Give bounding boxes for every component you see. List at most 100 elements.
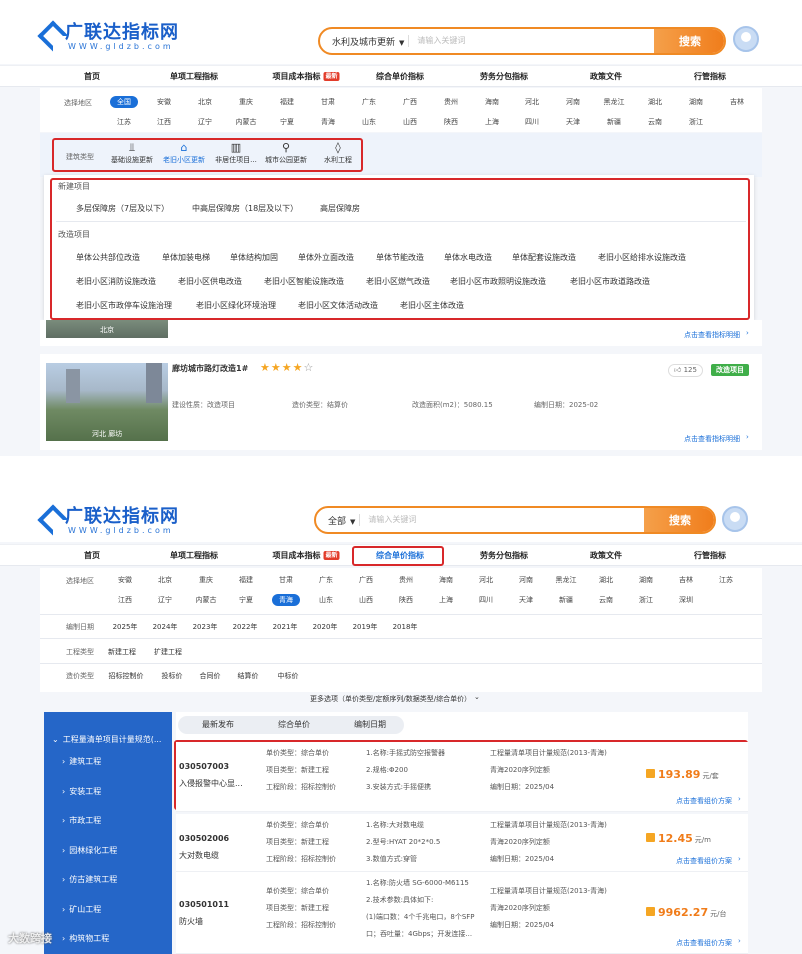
region-option[interactable]: 云南	[648, 116, 662, 128]
sidebar-item[interactable]: › 构筑物工程	[44, 933, 172, 944]
region-option[interactable]: 新疆	[607, 116, 621, 128]
engineering-type-option[interactable]: 扩建工程	[154, 647, 182, 657]
region-option[interactable]: 江苏	[117, 116, 131, 128]
region-option[interactable]: 湖北	[648, 96, 662, 108]
region-option[interactable]: 天津	[519, 594, 533, 606]
region-option[interactable]: 辽宁	[198, 116, 212, 128]
nav-item[interactable]: 政策文件	[590, 66, 622, 88]
sidebar-item[interactable]: › 市政工程	[44, 815, 172, 826]
nav-item[interactable]: 首页	[84, 66, 100, 88]
region-option[interactable]: 贵州	[399, 574, 413, 586]
region-option[interactable]: 广东	[319, 574, 333, 586]
sidebar-item[interactable]: › 矿山工程	[44, 904, 172, 915]
search-input[interactable]: 请输入关键词	[359, 514, 644, 526]
nav-item[interactable]: 首页	[84, 545, 100, 567]
region-option[interactable]: 吉林	[679, 574, 693, 586]
project-card[interactable]: 河北 廊坊 廊坊城市路灯改造1# ★★★★☆ 👍︎ 125 改造项目 建设性质：…	[40, 354, 762, 450]
region-option[interactable]: 陕西	[444, 116, 458, 128]
region-option[interactable]: 福建	[239, 574, 253, 586]
nav-item[interactable]: 单项工程指标	[170, 545, 218, 567]
item-name[interactable]: 入侵报警中心显...	[179, 778, 243, 789]
logo[interactable]: 广联达指标网 WWW.gldzb.com	[40, 22, 179, 52]
view-detail-link[interactable]: 点击查看指标明细	[684, 330, 740, 340]
more-options-text[interactable]: 更多选项（单价类型/定额序列/数据类型/综合单价）	[310, 694, 471, 704]
result-row[interactable]: 030507003 入侵报警中心显... 单价类型：综合单价 项目类型：新建工程 工程阶…	[176, 742, 748, 812]
sidebar-root-item[interactable]: ⌄ 工程量清单项目计量规范(...	[44, 734, 172, 745]
nav-item[interactable]: 综合单价指标	[376, 66, 424, 88]
region-option[interactable]: 天津	[566, 116, 580, 128]
date-option[interactable]: 2025年	[113, 622, 138, 632]
region-option[interactable]: 山东	[319, 594, 333, 606]
region-option[interactable]: 广东	[362, 96, 376, 108]
likes-count[interactable]: 👍︎ 125	[668, 364, 703, 377]
nav-item[interactable]: 劳务分包指标	[480, 66, 528, 88]
tab-3[interactable]: 编制日期	[354, 716, 386, 734]
region-option[interactable]: 重庆	[239, 96, 253, 108]
region-option[interactable]: 上海	[439, 594, 453, 606]
user-avatar-icon[interactable]	[722, 506, 748, 532]
region-option[interactable]: 江西	[118, 594, 132, 606]
price-type-option[interactable]: 结算价	[238, 671, 259, 681]
region-option[interactable]: 甘肃	[279, 574, 293, 586]
project-title[interactable]: 廊坊城市路灯改造1#	[172, 363, 248, 374]
region-option[interactable]: 福建	[280, 96, 294, 108]
sidebar-item[interactable]: › 仿古建筑工程	[44, 874, 172, 885]
region-option[interactable]: 湖南	[639, 574, 653, 586]
price-type-option[interactable]: 招标控制价	[109, 671, 144, 681]
region-option[interactable]: 宁夏	[239, 594, 253, 606]
result-row[interactable]: 030502006 大对数电缆 单价类型：综合单价 项目类型：新建工程 工程阶段：招标控…	[176, 814, 748, 872]
region-option[interactable]: 新疆	[559, 594, 573, 606]
date-option[interactable]: 2019年	[353, 622, 378, 632]
region-option[interactable]: 青海	[272, 594, 300, 606]
view-pricing-link[interactable]: 点击查看组价方案	[676, 796, 732, 806]
logo[interactable]: 广联达指标网 WWW.gldzb.com	[40, 506, 179, 536]
sidebar-item[interactable]: › 建筑工程	[44, 756, 172, 767]
region-option[interactable]: 湖北	[599, 574, 613, 586]
date-option[interactable]: 2022年	[233, 622, 258, 632]
region-option[interactable]: 河北	[479, 574, 493, 586]
search-category-select[interactable]: 全部 ▼	[316, 514, 359, 527]
region-option[interactable]: 吉林	[730, 96, 744, 108]
nav-item[interactable]: 行管指标	[694, 545, 726, 567]
region-option[interactable]: 北京	[158, 574, 172, 586]
region-option[interactable]: 浙江	[689, 116, 703, 128]
region-option[interactable]: 贵州	[444, 96, 458, 108]
region-option[interactable]: 内蒙古	[196, 594, 217, 606]
item-name[interactable]: 大对数电缆	[179, 850, 219, 861]
engineering-type-option[interactable]: 新建工程	[108, 647, 136, 657]
view-pricing-link[interactable]: 点击查看组价方案	[676, 938, 732, 948]
region-option[interactable]: 北京	[198, 96, 212, 108]
nav-item[interactable]: 劳务分包指标	[480, 545, 528, 567]
region-option[interactable]: 全国	[110, 96, 138, 108]
item-name[interactable]: 防火墙	[179, 916, 203, 927]
region-option[interactable]: 云南	[599, 594, 613, 606]
tab-2[interactable]: 综合单价	[278, 716, 310, 734]
region-option[interactable]: 浙江	[639, 594, 653, 606]
region-option[interactable]: 四川	[525, 116, 539, 128]
search-button[interactable]: 搜索	[644, 508, 714, 532]
search-input[interactable]: 请输入关键词	[408, 35, 654, 47]
tab-1[interactable]: 最新发布	[202, 716, 234, 734]
nav-item[interactable]: 行管指标	[694, 66, 726, 88]
region-option[interactable]: 深圳	[679, 594, 693, 606]
result-row[interactable]: 030501011 防火墙 单价类型：综合单价 项目类型：新建工程 工程阶段：招标控制价…	[176, 872, 748, 954]
region-option[interactable]: 广西	[403, 96, 417, 108]
region-option[interactable]: 河南	[566, 96, 580, 108]
region-option[interactable]: 陕西	[399, 594, 413, 606]
price-type-option[interactable]: 合同价	[200, 671, 221, 681]
region-option[interactable]: 黑龙江	[604, 96, 625, 108]
region-option[interactable]: 安徽	[157, 96, 171, 108]
region-option[interactable]: 上海	[485, 116, 499, 128]
region-option[interactable]: 河南	[519, 574, 533, 586]
view-pricing-link[interactable]: 点击查看组价方案	[676, 856, 732, 866]
region-option[interactable]: 江西	[157, 116, 171, 128]
sidebar-item[interactable]: › 安装工程	[44, 786, 172, 797]
user-avatar-icon[interactable]	[733, 26, 759, 52]
project-card[interactable]: 北京 点击查看指标明细 ›	[40, 320, 762, 346]
region-option[interactable]: 重庆	[199, 574, 213, 586]
region-option[interactable]: 山东	[362, 116, 376, 128]
date-option[interactable]: 2023年	[193, 622, 218, 632]
region-option[interactable]: 内蒙古	[236, 116, 257, 128]
region-option[interactable]: 黑龙江	[556, 574, 577, 586]
date-option[interactable]: 2021年	[273, 622, 298, 632]
